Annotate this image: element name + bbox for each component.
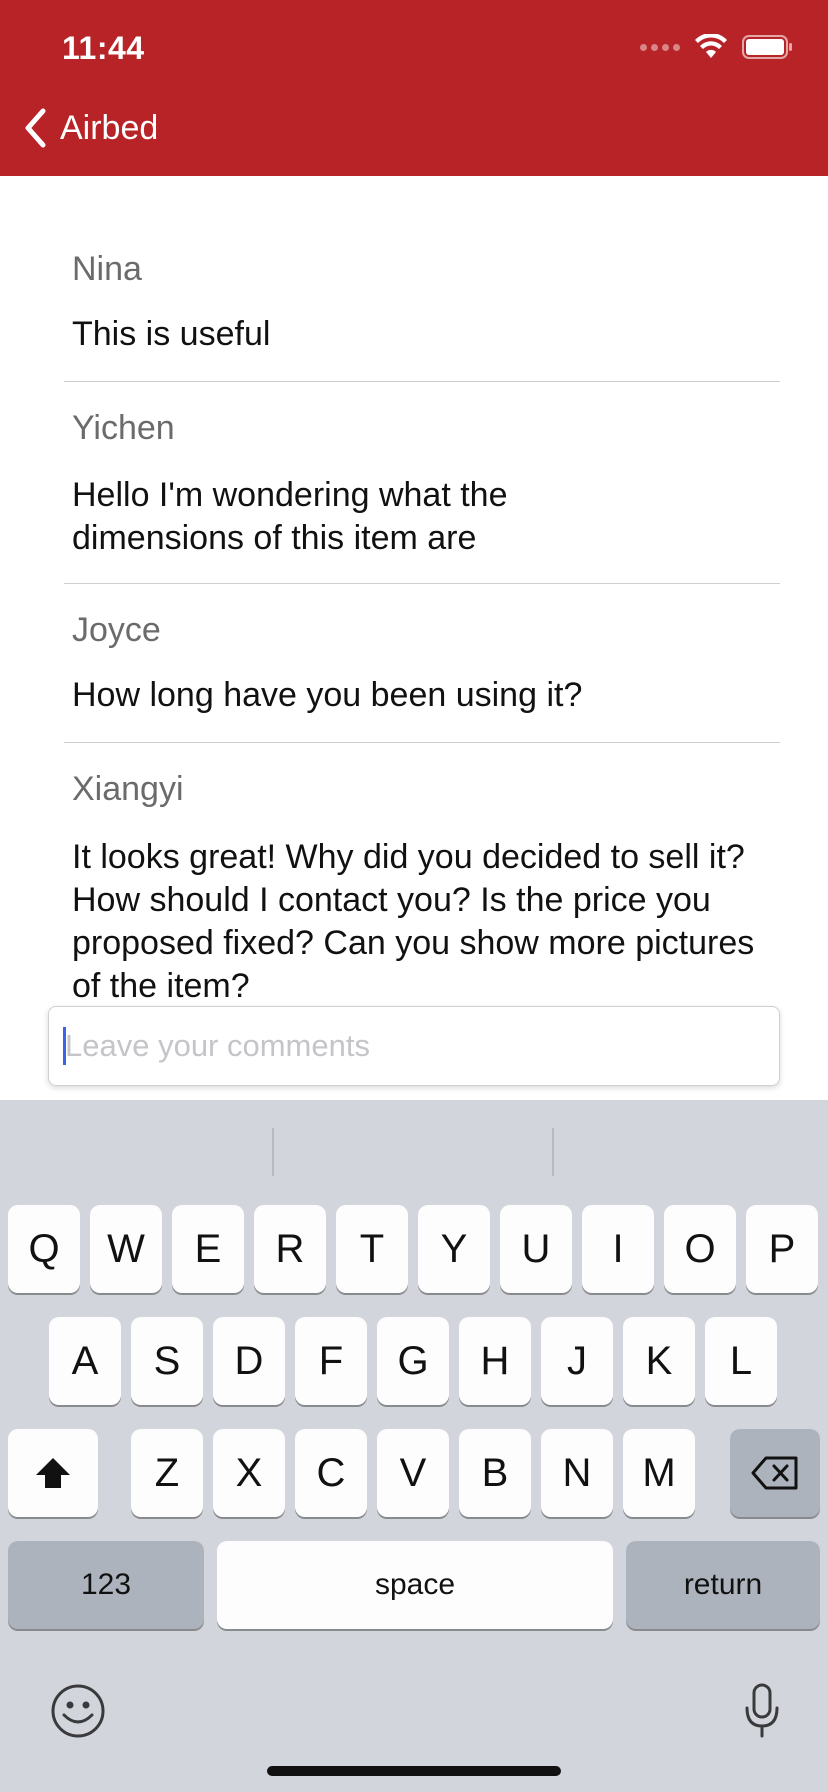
key-b[interactable]: B — [459, 1429, 531, 1517]
cellular-signal-icon — [640, 43, 680, 51]
key-a[interactable]: A — [49, 1317, 121, 1405]
delete-icon — [751, 1456, 798, 1490]
key-u[interactable]: U — [500, 1205, 572, 1293]
comment-author: Xiangyi — [72, 770, 184, 808]
text-cursor — [63, 1027, 66, 1065]
key-n[interactable]: N — [541, 1429, 613, 1517]
shift-icon — [36, 1458, 70, 1488]
numbers-key[interactable]: 123 — [8, 1541, 204, 1629]
key-w[interactable]: W — [90, 1205, 162, 1293]
emoji-button[interactable] — [50, 1683, 106, 1744]
wifi-icon — [695, 34, 727, 58]
shift-key[interactable] — [8, 1429, 98, 1517]
key-l[interactable]: L — [705, 1317, 777, 1405]
back-button[interactable]: Airbed — [24, 108, 158, 148]
divider — [64, 381, 780, 382]
status-time: 11:44 — [62, 30, 145, 66]
comment-input-container[interactable] — [48, 1006, 780, 1086]
divider — [64, 583, 780, 584]
emoji-icon — [51, 1684, 105, 1738]
back-label: Airbed — [60, 108, 159, 147]
key-m[interactable]: M — [623, 1429, 695, 1517]
key-o[interactable]: O — [664, 1205, 736, 1293]
chevron-left-icon — [25, 108, 46, 148]
comment-author: Joyce — [72, 611, 161, 649]
comment-text: How long have you been using it? — [72, 676, 583, 714]
comment-input[interactable] — [63, 1007, 757, 1085]
keyboard: Q W E R T Y U I O P A S D F G H J K L Z … — [0, 1100, 828, 1792]
delete-key[interactable] — [730, 1429, 820, 1517]
key-e[interactable]: E — [172, 1205, 244, 1293]
key-v[interactable]: V — [377, 1429, 449, 1517]
battery-icon — [742, 35, 792, 59]
suggestion-divider — [552, 1128, 554, 1176]
comment-text: It looks great! Why did you decided to s… — [72, 838, 755, 1005]
space-key[interactable]: space — [217, 1541, 613, 1629]
key-t[interactable]: T — [336, 1205, 408, 1293]
key-i[interactable]: I — [582, 1205, 654, 1293]
key-g[interactable]: G — [377, 1317, 449, 1405]
home-indicator — [267, 1766, 561, 1776]
status-icons — [640, 34, 794, 60]
key-x[interactable]: X — [213, 1429, 285, 1517]
key-c[interactable]: C — [295, 1429, 367, 1517]
comment-text: Hello I'm wondering what the dimensions … — [72, 476, 508, 557]
key-j[interactable]: J — [541, 1317, 613, 1405]
key-q[interactable]: Q — [8, 1205, 80, 1293]
key-f[interactable]: F — [295, 1317, 367, 1405]
key-z[interactable]: Z — [131, 1429, 203, 1517]
key-k[interactable]: K — [623, 1317, 695, 1405]
key-p[interactable]: P — [746, 1205, 818, 1293]
divider — [64, 742, 780, 743]
key-d[interactable]: D — [213, 1317, 285, 1405]
key-y[interactable]: Y — [418, 1205, 490, 1293]
return-key[interactable]: return — [626, 1541, 820, 1629]
key-r[interactable]: R — [254, 1205, 326, 1293]
key-s[interactable]: S — [131, 1317, 203, 1405]
suggestion-divider — [272, 1128, 274, 1176]
key-h[interactable]: H — [459, 1317, 531, 1405]
comment-author: Nina — [72, 250, 142, 288]
navigation-header: 11:44 Airbed — [0, 0, 828, 176]
comment-author: Yichen — [72, 409, 175, 447]
comment-text: This is useful — [72, 315, 271, 353]
microphone-button[interactable] — [742, 1682, 782, 1745]
microphone-icon — [745, 1683, 779, 1738]
